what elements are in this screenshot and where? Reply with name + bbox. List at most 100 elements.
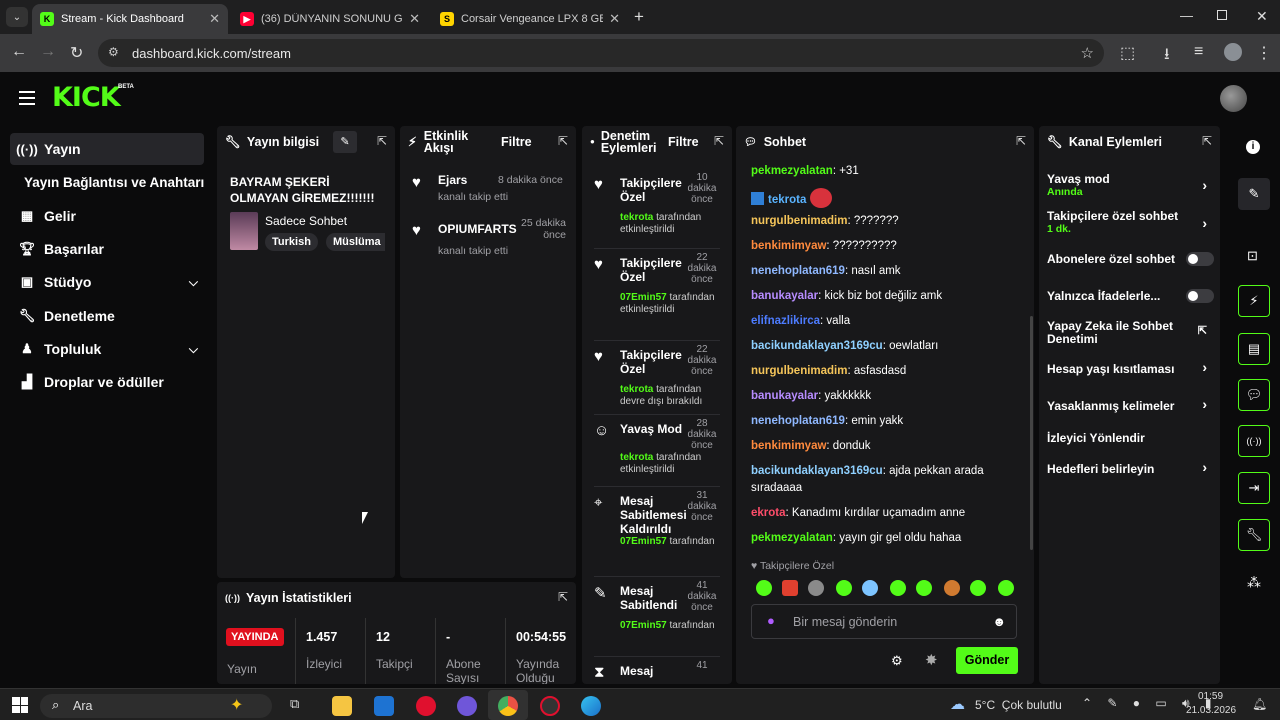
- clock-date[interactable]: 21.03.2026: [1186, 705, 1236, 716]
- sidebar-item-droplar[interactable]: ▟ Droplar ve ödüller: [10, 366, 204, 398]
- edit-button[interactable]: ✎: [333, 131, 357, 153]
- modlog-user[interactable]: 07Emin57: [620, 536, 667, 547]
- send-button[interactable]: Gönder: [956, 647, 1018, 674]
- media-icon[interactable]: ≡: [1194, 43, 1203, 61]
- url-bar[interactable]: ⚙ dashboard.kick.com/stream ☆: [98, 39, 1104, 67]
- chat-username[interactable]: elifnazlikirca: [751, 315, 820, 327]
- sidebar-item-topluluk[interactable]: ♟ Topluluk ⌵: [10, 333, 204, 365]
- info-icon[interactable]: i: [1246, 140, 1260, 154]
- menu-icon[interactable]: ⋮: [1256, 43, 1272, 63]
- filter-button[interactable]: Filtre: [501, 136, 532, 149]
- back-icon[interactable]: ←: [11, 43, 27, 61]
- quick-action-chat[interactable]: 💬︎: [1238, 379, 1270, 411]
- action-banned-words[interactable]: Yasaklanmış kelimeler ›: [1047, 396, 1217, 413]
- action-slow-mode[interactable]: Yavaş mod Anında ›: [1047, 172, 1217, 198]
- modlog-user[interactable]: 07Emin57: [620, 620, 667, 631]
- modlog-user[interactable]: tekrota: [620, 452, 653, 463]
- minimize-icon[interactable]: —: [1180, 8, 1193, 23]
- popout-icon[interactable]: ⇱: [377, 134, 387, 148]
- subscribers-only-toggle[interactable]: [1186, 252, 1214, 266]
- popout-icon[interactable]: ⇱: [1202, 134, 1212, 148]
- action-ai-moderation[interactable]: Yapay Zeka ile Sohbet Denetimi ⇱: [1047, 320, 1217, 346]
- sidebar-item-yayin[interactable]: ((·)) Yayın: [10, 133, 204, 165]
- chat-username[interactable]: banukayalar: [751, 390, 818, 402]
- emoji-icon[interactable]: ☻: [992, 614, 1006, 629]
- emote-icon[interactable]: [944, 580, 960, 596]
- task-view-icon[interactable]: ⧉: [290, 696, 310, 716]
- puzzle-icon[interactable]: ✸: [925, 651, 938, 669]
- chat-input[interactable]: ● Bir mesaj gönderin ☻: [751, 604, 1017, 639]
- close-icon[interactable]: ✕: [609, 11, 620, 27]
- emote-icon[interactable]: [890, 580, 906, 596]
- user-avatar[interactable]: [1220, 85, 1247, 112]
- weather-text[interactable]: 5°C Çok bulutlu: [975, 698, 1062, 712]
- tab-search-button[interactable]: ⌄: [6, 7, 28, 27]
- clock-time[interactable]: 01:59: [1198, 691, 1223, 702]
- tab-kick-dashboard[interactable]: K Stream - Kick Dashboard ✕: [32, 4, 228, 34]
- quick-action-raid[interactable]: ⇥: [1238, 472, 1270, 504]
- edit-pencil-icon[interactable]: ✎: [1238, 178, 1270, 210]
- microphone-icon[interactable]: ●: [767, 613, 775, 628]
- action-raid[interactable]: İzleyici Yönlendir: [1047, 431, 1217, 445]
- emote-icon[interactable]: [916, 580, 932, 596]
- popout-icon[interactable]: ⇱: [714, 134, 724, 148]
- chat-scrollbar[interactable]: [1030, 316, 1033, 550]
- file-explorer-icon[interactable]: [332, 696, 352, 716]
- emote-icon[interactable]: [808, 580, 824, 596]
- action-goals[interactable]: Hedefleri belirleyin ›: [1047, 459, 1217, 476]
- taskbar-search[interactable]: ⌕ Ara ✦: [40, 694, 272, 718]
- profile-avatar[interactable]: [1224, 43, 1242, 61]
- sidebar-item-studyo[interactable]: ▣ Stüdyo ⌵: [10, 266, 204, 298]
- modlog-user[interactable]: 07Emin57: [620, 292, 667, 303]
- close-icon[interactable]: ✕: [409, 11, 420, 27]
- close-icon[interactable]: ✕: [209, 11, 220, 27]
- chat-username[interactable]: benkimimyaw: [751, 440, 826, 452]
- emote-icon[interactable]: [782, 580, 798, 596]
- edge-icon[interactable]: [581, 696, 601, 716]
- site-info-icon[interactable]: ⚙: [108, 45, 119, 59]
- tab-corsair[interactable]: S Corsair Vengeance LPX 8 GB 32 ✕: [432, 4, 628, 34]
- quick-action-lightning[interactable]: ⚡︎: [1238, 285, 1270, 317]
- emote-icon[interactable]: [998, 580, 1014, 596]
- chat-username[interactable]: nurgulbenimadim: [751, 365, 847, 377]
- notification-bell-icon[interactable]: 🔔︎: [1252, 697, 1267, 711]
- chat-username[interactable]: benkimimyaw: [751, 240, 826, 252]
- app-icon[interactable]: [457, 696, 477, 716]
- popout-icon[interactable]: ⇱: [1016, 134, 1026, 148]
- download-icon[interactable]: ⭳: [1164, 43, 1170, 70]
- sidebar-item-gelir[interactable]: ▦ Gelir: [10, 200, 204, 232]
- modlog-user[interactable]: tekrota: [620, 384, 653, 395]
- modlog-user[interactable]: tekrota: [620, 212, 653, 223]
- close-window-icon[interactable]: ✕: [1256, 8, 1268, 25]
- sidebar-item-basarilar[interactable]: 🏆︎ Başarılar: [10, 233, 204, 265]
- new-tab-button[interactable]: +: [634, 7, 644, 27]
- tab-youtube[interactable]: ▶ (36) DÜNYANIN SONUNU GETİR ✕: [232, 4, 428, 34]
- media-player-icon[interactable]: [416, 696, 436, 716]
- extensions-icon[interactable]: ⬚: [1120, 43, 1135, 63]
- quick-action-broadcast[interactable]: ((·)): [1238, 425, 1270, 457]
- windows-start-icon[interactable]: [12, 697, 28, 713]
- chat-username[interactable]: ekrota: [751, 507, 786, 519]
- popout-icon[interactable]: ⇱: [558, 590, 568, 604]
- emote-icon[interactable]: [756, 580, 772, 596]
- chat-username[interactable]: nurgulbenimadim: [751, 215, 847, 227]
- quick-action-wrench[interactable]: 🔧︎: [1238, 519, 1270, 551]
- screenshot-icon[interactable]: ⊡: [1247, 248, 1258, 264]
- quick-action-note[interactable]: ▤: [1238, 333, 1270, 365]
- forward-icon[interactable]: →: [40, 43, 56, 61]
- chat-username[interactable]: pekmezyalatan: [751, 532, 833, 544]
- popout-icon[interactable]: ⇱: [558, 134, 568, 148]
- share-nodes-icon[interactable]: ⁂: [1247, 574, 1261, 591]
- action-account-age[interactable]: Hesap yaşı kısıtlaması ›: [1047, 359, 1217, 376]
- sidebar-item-stream-key[interactable]: Yayın Bağlantısı ve Anahtarı: [24, 166, 218, 198]
- app-icon[interactable]: [540, 696, 560, 716]
- weather-icon[interactable]: ☁: [950, 695, 965, 713]
- chat-username[interactable]: tekrota: [768, 194, 806, 206]
- emote-icon[interactable]: [862, 580, 878, 596]
- reload-icon[interactable]: ↻: [70, 43, 83, 63]
- chat-username[interactable]: bacikundaklayan3169cu: [751, 340, 883, 352]
- star-icon[interactable]: ☆: [1081, 44, 1094, 62]
- chat-username[interactable]: bacikundaklayan3169cu: [751, 465, 883, 477]
- chat-username[interactable]: pekmezyalatan: [751, 165, 833, 177]
- emote-icon[interactable]: [970, 580, 986, 596]
